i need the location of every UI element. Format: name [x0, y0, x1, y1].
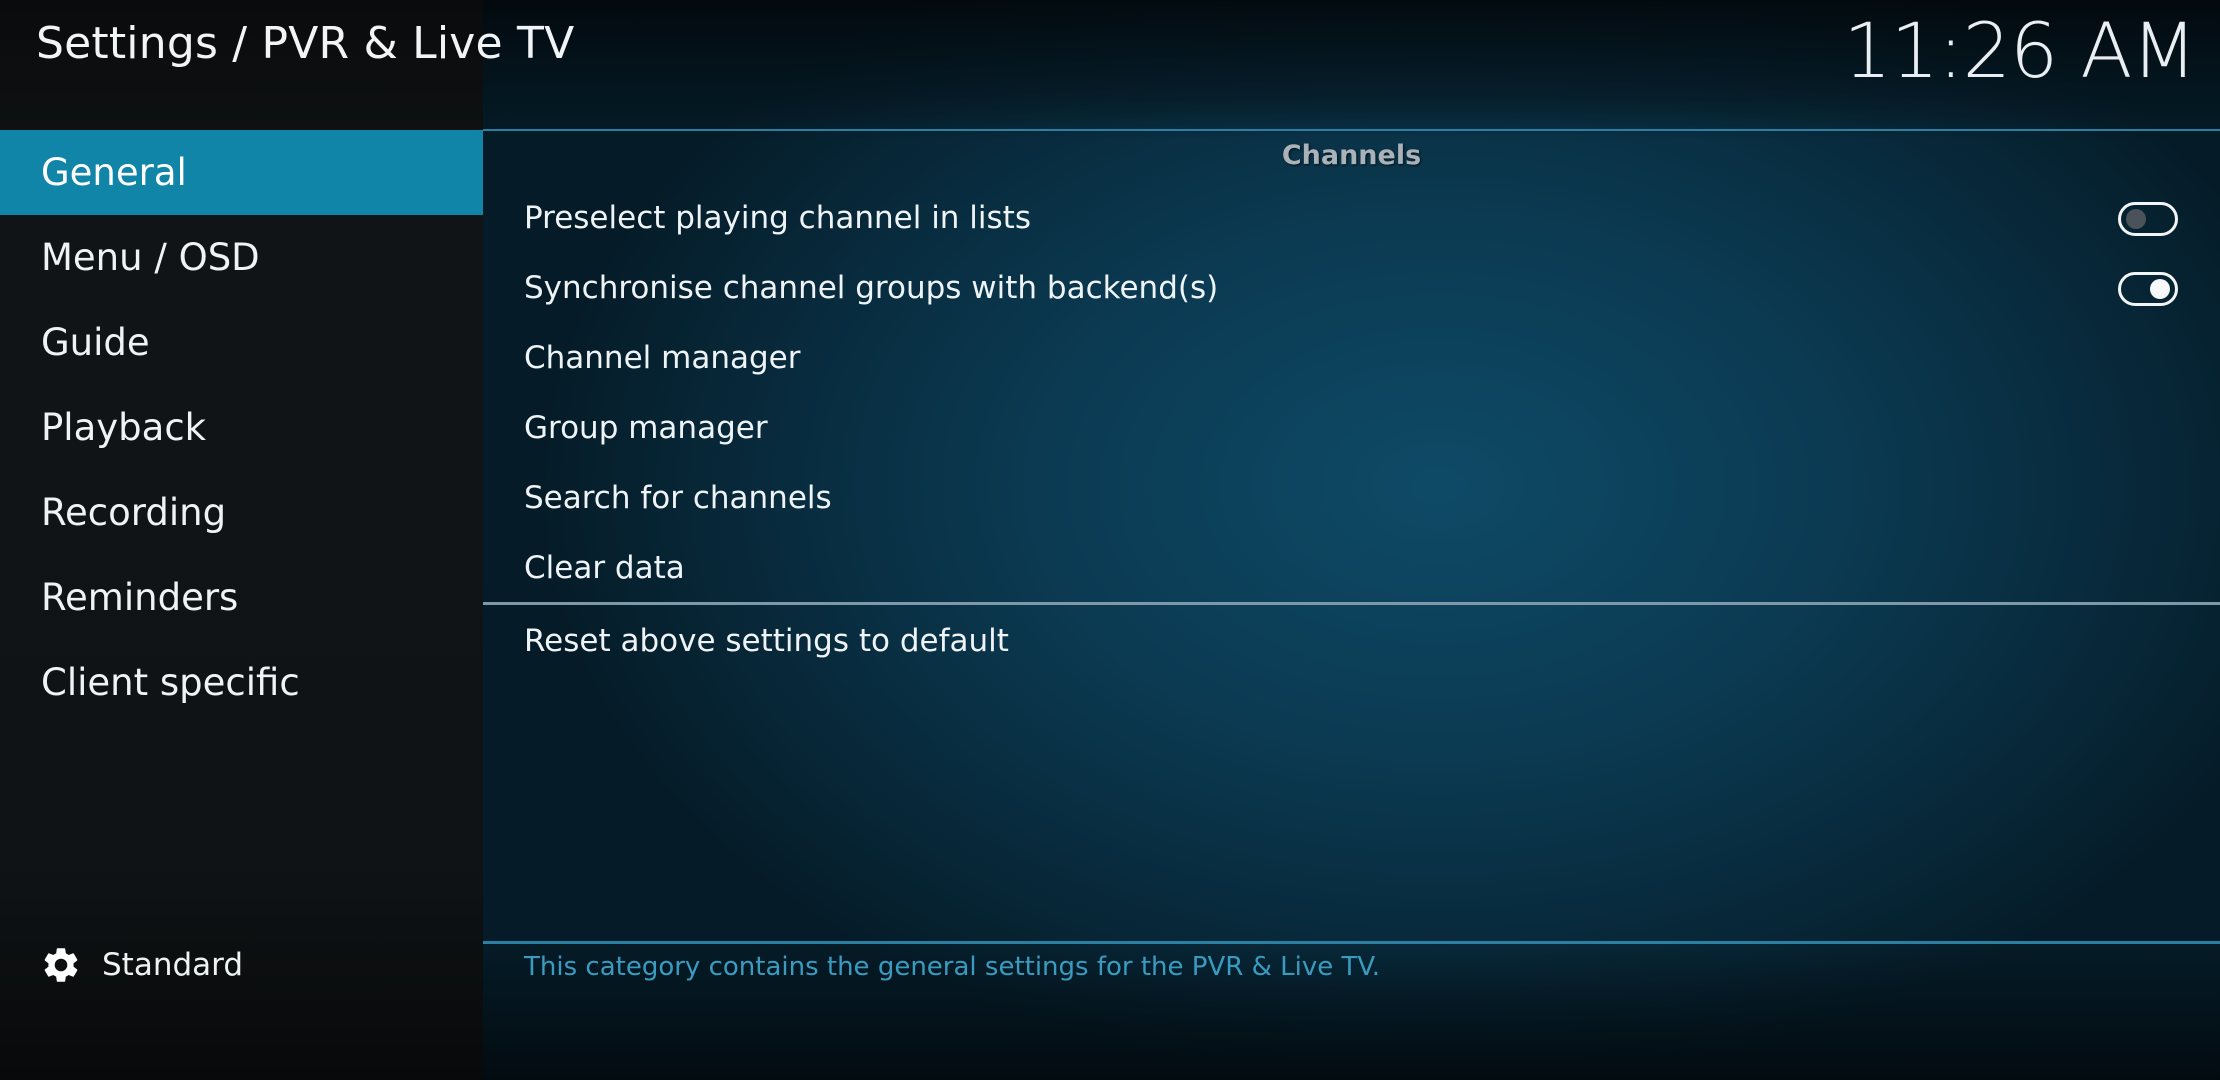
sidebar-item-label: Reminders [41, 576, 239, 619]
setting-label: Preselect playing channel in lists [524, 200, 1031, 236]
settings-level-button[interactable]: Standard [40, 940, 243, 990]
reset-label: Reset above settings to default [524, 623, 1009, 659]
setting-label: Search for channels [524, 480, 832, 516]
toggle-switch-off[interactable] [2118, 202, 2178, 236]
setting-sync-channel-groups[interactable]: Synchronise channel groups with backend(… [483, 253, 2220, 323]
sidebar-item-reminders[interactable]: Reminders [0, 555, 483, 640]
clock: 11:26 AM [1843, 6, 2197, 95]
group-title: Channels [1281, 140, 1422, 171]
category-description: This category contains the general setti… [524, 952, 1381, 982]
settings-list: Preselect playing channel in lists Synch… [483, 183, 2220, 603]
setting-search-for-channels[interactable]: Search for channels [483, 463, 2220, 533]
sidebar-item-label: Client specific [41, 661, 300, 704]
sidebar-item-label: Playback [41, 406, 207, 449]
kodi-settings-screen: Settings / PVR & Live TV 11:26 AM Genera… [0, 0, 2220, 1080]
setting-clear-data[interactable]: Clear data [483, 533, 2220, 603]
page-title: Settings / PVR & Live TV [36, 18, 575, 69]
toggle-switch-on[interactable] [2118, 272, 2178, 306]
setting-channel-manager[interactable]: Channel manager [483, 323, 2220, 393]
sidebar-item-label: Guide [41, 321, 150, 364]
header-divider [483, 129, 2220, 131]
category-nav: General Menu / OSD Guide Playback Record… [0, 130, 483, 725]
sidebar-item-menu-osd[interactable]: Menu / OSD [0, 215, 483, 300]
sidebar-item-label: General [41, 151, 187, 194]
sidebar-item-general[interactable]: General [0, 130, 483, 215]
sidebar-item-guide[interactable]: Guide [0, 300, 483, 385]
reset-row[interactable]: Reset above settings to default [483, 606, 2220, 676]
setting-group-manager[interactable]: Group manager [483, 393, 2220, 463]
sidebar-item-label: Recording [41, 491, 227, 534]
sidebar-item-label: Menu / OSD [41, 236, 260, 279]
reset-divider [483, 602, 2220, 605]
setting-label: Channel manager [524, 340, 801, 376]
setting-label: Synchronise channel groups with backend(… [524, 270, 1219, 306]
setting-label: Clear data [524, 550, 685, 586]
setting-label: Group manager [524, 410, 768, 446]
settings-level-label: Standard [102, 947, 244, 983]
reset-settings-button[interactable]: Reset above settings to default [483, 606, 2220, 676]
sidebar-item-client-specific[interactable]: Client specific [0, 640, 483, 725]
sidebar-item-playback[interactable]: Playback [0, 385, 483, 470]
setting-preselect-playing-channel[interactable]: Preselect playing channel in lists [483, 183, 2220, 253]
sidebar-item-recording[interactable]: Recording [0, 470, 483, 555]
toggle-knob [2150, 279, 2170, 299]
description-divider [483, 941, 2220, 944]
toggle-knob [2126, 209, 2146, 229]
gear-icon [44, 948, 78, 982]
